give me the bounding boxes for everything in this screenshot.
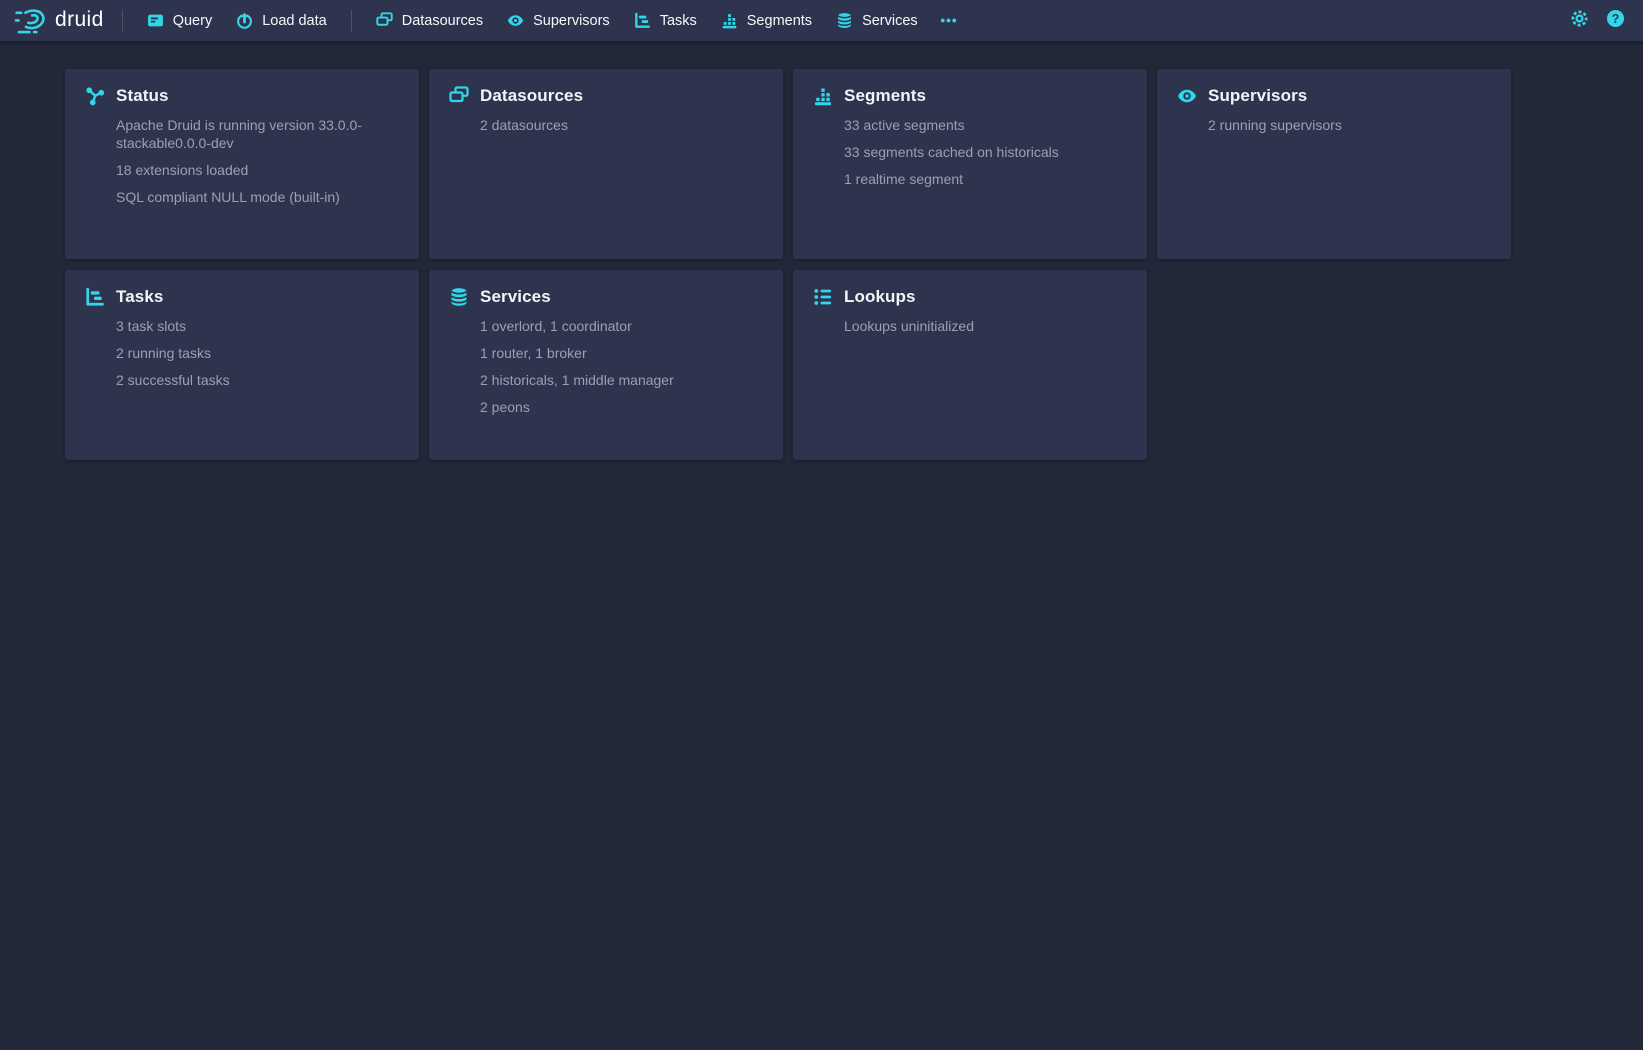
- multi-select-icon: [376, 12, 393, 29]
- nav-item-label: Load data: [262, 13, 327, 29]
- nav-item-label: Supervisors: [533, 13, 610, 29]
- card-line: 2 peons: [480, 399, 759, 417]
- card-line: 1 realtime segment: [844, 171, 1123, 189]
- navbar: druid Query Load data Da: [0, 0, 1643, 41]
- nav-item-tasks[interactable]: Tasks: [622, 0, 709, 41]
- card-line: 2 successful tasks: [116, 372, 395, 390]
- nav-item-datasources[interactable]: Datasources: [364, 0, 495, 41]
- card-title: Tasks: [116, 287, 163, 307]
- card-line: Lookups uninitialized: [844, 318, 1123, 336]
- card-line: 2 historicals, 1 middle manager: [480, 372, 759, 390]
- graph-icon: [85, 86, 105, 106]
- nav-item-label: Datasources: [402, 13, 483, 29]
- card-line: 2 datasources: [480, 117, 759, 135]
- database-icon: [836, 12, 853, 29]
- nav-item-supervisors[interactable]: Supervisors: [495, 0, 622, 41]
- card-title: Status: [116, 86, 169, 106]
- card-line: Apache Druid is running version 33.0.0-s…: [116, 117, 395, 152]
- card-title: Segments: [844, 86, 926, 106]
- stacked-chart-icon: [721, 12, 738, 29]
- gear-icon: [1570, 9, 1589, 33]
- nav-item-services[interactable]: Services: [824, 0, 930, 41]
- eye-icon: [1177, 86, 1197, 106]
- card-line: SQL compliant NULL mode (built-in): [116, 189, 395, 207]
- nav-item-label: Query: [173, 13, 213, 29]
- card-line: 33 active segments: [844, 117, 1123, 135]
- card-title: Lookups: [844, 287, 916, 307]
- services-card[interactable]: Services 1 overlord, 1 coordinator 1 rou…: [429, 270, 783, 460]
- card-title: Datasources: [480, 86, 583, 106]
- druid-logo-icon: [14, 7, 46, 35]
- card-line: 18 extensions loaded: [116, 162, 395, 180]
- more-icon: [940, 12, 957, 29]
- application-icon: [147, 12, 164, 29]
- datasources-card[interactable]: Datasources 2 datasources: [429, 69, 783, 259]
- druid-logo-text: druid: [55, 9, 104, 32]
- nav-item-label: Services: [862, 13, 918, 29]
- nav-more-button[interactable]: [930, 0, 967, 41]
- card-line: 2 running supervisors: [1208, 117, 1487, 135]
- stacked-chart-icon: [813, 86, 833, 106]
- card-title: Supervisors: [1208, 86, 1307, 106]
- navbar-divider: [351, 10, 352, 32]
- nav-item-label: Segments: [747, 13, 812, 29]
- nav-item-load-data[interactable]: Load data: [224, 0, 339, 41]
- nav-item-label: Tasks: [660, 13, 697, 29]
- card-title: Services: [480, 287, 551, 307]
- help-icon: ?: [1606, 9, 1625, 33]
- supervisors-card[interactable]: Supervisors 2 running supervisors: [1157, 69, 1511, 259]
- card-line: 33 segments cached on historicals: [844, 144, 1123, 162]
- card-line: 1 router, 1 broker: [480, 345, 759, 363]
- database-icon: [449, 287, 469, 307]
- card-line: 3 task slots: [116, 318, 395, 336]
- gantt-chart-icon: [634, 12, 651, 29]
- card-line: 2 running tasks: [116, 345, 395, 363]
- lookups-card[interactable]: Lookups Lookups uninitialized: [793, 270, 1147, 460]
- status-card[interactable]: Status Apache Druid is running version 3…: [65, 69, 419, 259]
- segments-card[interactable]: Segments 33 active segments 33 segments …: [793, 69, 1147, 259]
- help-button[interactable]: ?: [1599, 5, 1631, 37]
- home-cards-grid: Status Apache Druid is running version 3…: [0, 41, 1643, 460]
- upload-icon: [236, 12, 253, 29]
- nav-item-query[interactable]: Query: [135, 0, 225, 41]
- nav-item-segments[interactable]: Segments: [709, 0, 824, 41]
- eye-icon: [507, 12, 524, 29]
- tasks-card[interactable]: Tasks 3 task slots 2 running tasks 2 suc…: [65, 270, 419, 460]
- gantt-chart-icon: [85, 287, 105, 307]
- properties-icon: [813, 287, 833, 307]
- druid-logo[interactable]: druid: [14, 7, 110, 35]
- card-line: 1 overlord, 1 coordinator: [480, 318, 759, 336]
- navbar-divider: [122, 10, 123, 32]
- multi-select-icon: [449, 86, 469, 106]
- svg-text:?: ?: [1611, 11, 1619, 25]
- settings-button[interactable]: [1563, 5, 1595, 37]
